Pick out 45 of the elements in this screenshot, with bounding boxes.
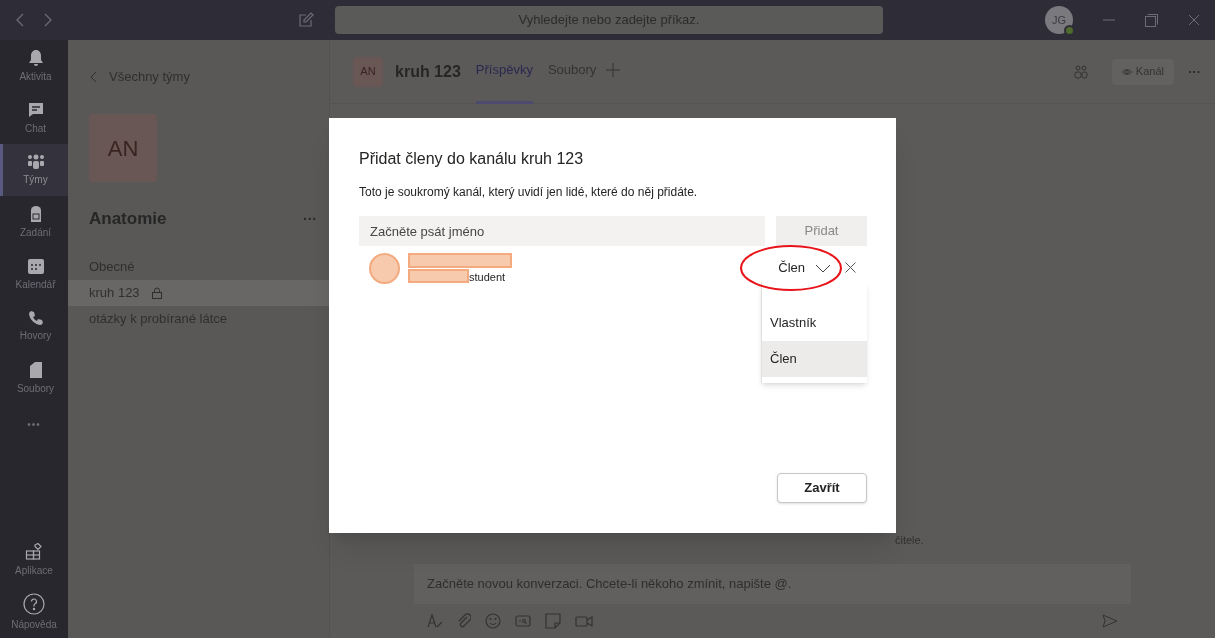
user-avatar[interactable]: JG — [1045, 6, 1073, 34]
bell-icon — [27, 48, 44, 67]
rail-item[interactable]: Zadání — [0, 196, 68, 248]
channel-item[interactable]: kruh 123 — [68, 280, 329, 306]
rail-item[interactable]: Hovory — [0, 300, 68, 352]
chat-icon — [26, 100, 45, 119]
rail-item[interactable]: Nápověda — [0, 586, 68, 638]
chevron-down-icon — [815, 263, 831, 273]
dialog-description: Toto je soukromý kanál, který uvidí jen lidé, které do něj přidáte. — [359, 184, 699, 201]
rail-item[interactable]: Soubory — [0, 352, 68, 404]
rail-item[interactable]: Týmy — [0, 144, 68, 196]
phone-icon — [27, 309, 44, 326]
teams-icon — [25, 153, 46, 170]
help-icon — [23, 592, 45, 615]
eye-icon — [1121, 67, 1132, 76]
calendar-icon — [26, 256, 45, 275]
close-icon — [1188, 14, 1200, 26]
paperclip-icon — [457, 613, 471, 629]
minimize-icon — [1103, 19, 1115, 21]
rail-item[interactable]: Kalendář — [0, 248, 68, 300]
menu-option[interactable]: Člen — [762, 341, 867, 377]
dialog-title: Přidat členy do kanálu kruh 123 — [359, 149, 585, 169]
compose-icon — [298, 12, 314, 28]
people-icon — [1073, 64, 1088, 79]
member-role-label: student — [469, 271, 506, 283]
more-options-button[interactable]: ··· — [1188, 61, 1201, 82]
emoji-icon — [485, 613, 501, 629]
name-input-field[interactable]: Začněte psát jméno — [359, 216, 765, 246]
menu-option[interactable]: Vlastník — [762, 305, 867, 341]
rail-item[interactable]: Chat — [0, 92, 68, 144]
close-icon — [845, 262, 856, 273]
file-icon — [28, 360, 43, 379]
sticker-icon — [545, 613, 561, 629]
more-options-button[interactable]: ··· — [303, 208, 317, 230]
video-icon — [575, 613, 593, 629]
rail-item[interactable]: Aktivita — [0, 40, 68, 92]
plus-icon — [606, 62, 621, 77]
gif-icon — [515, 613, 531, 629]
send-icon — [1102, 614, 1118, 628]
format-icon — [427, 613, 443, 629]
restore-icon — [1145, 13, 1158, 27]
rail-item[interactable]: Aplikace — [0, 534, 68, 586]
apps-icon — [25, 542, 43, 561]
more-apps-button[interactable]: ••• — [0, 404, 68, 444]
close-button[interactable]: Zavřít — [777, 473, 867, 503]
